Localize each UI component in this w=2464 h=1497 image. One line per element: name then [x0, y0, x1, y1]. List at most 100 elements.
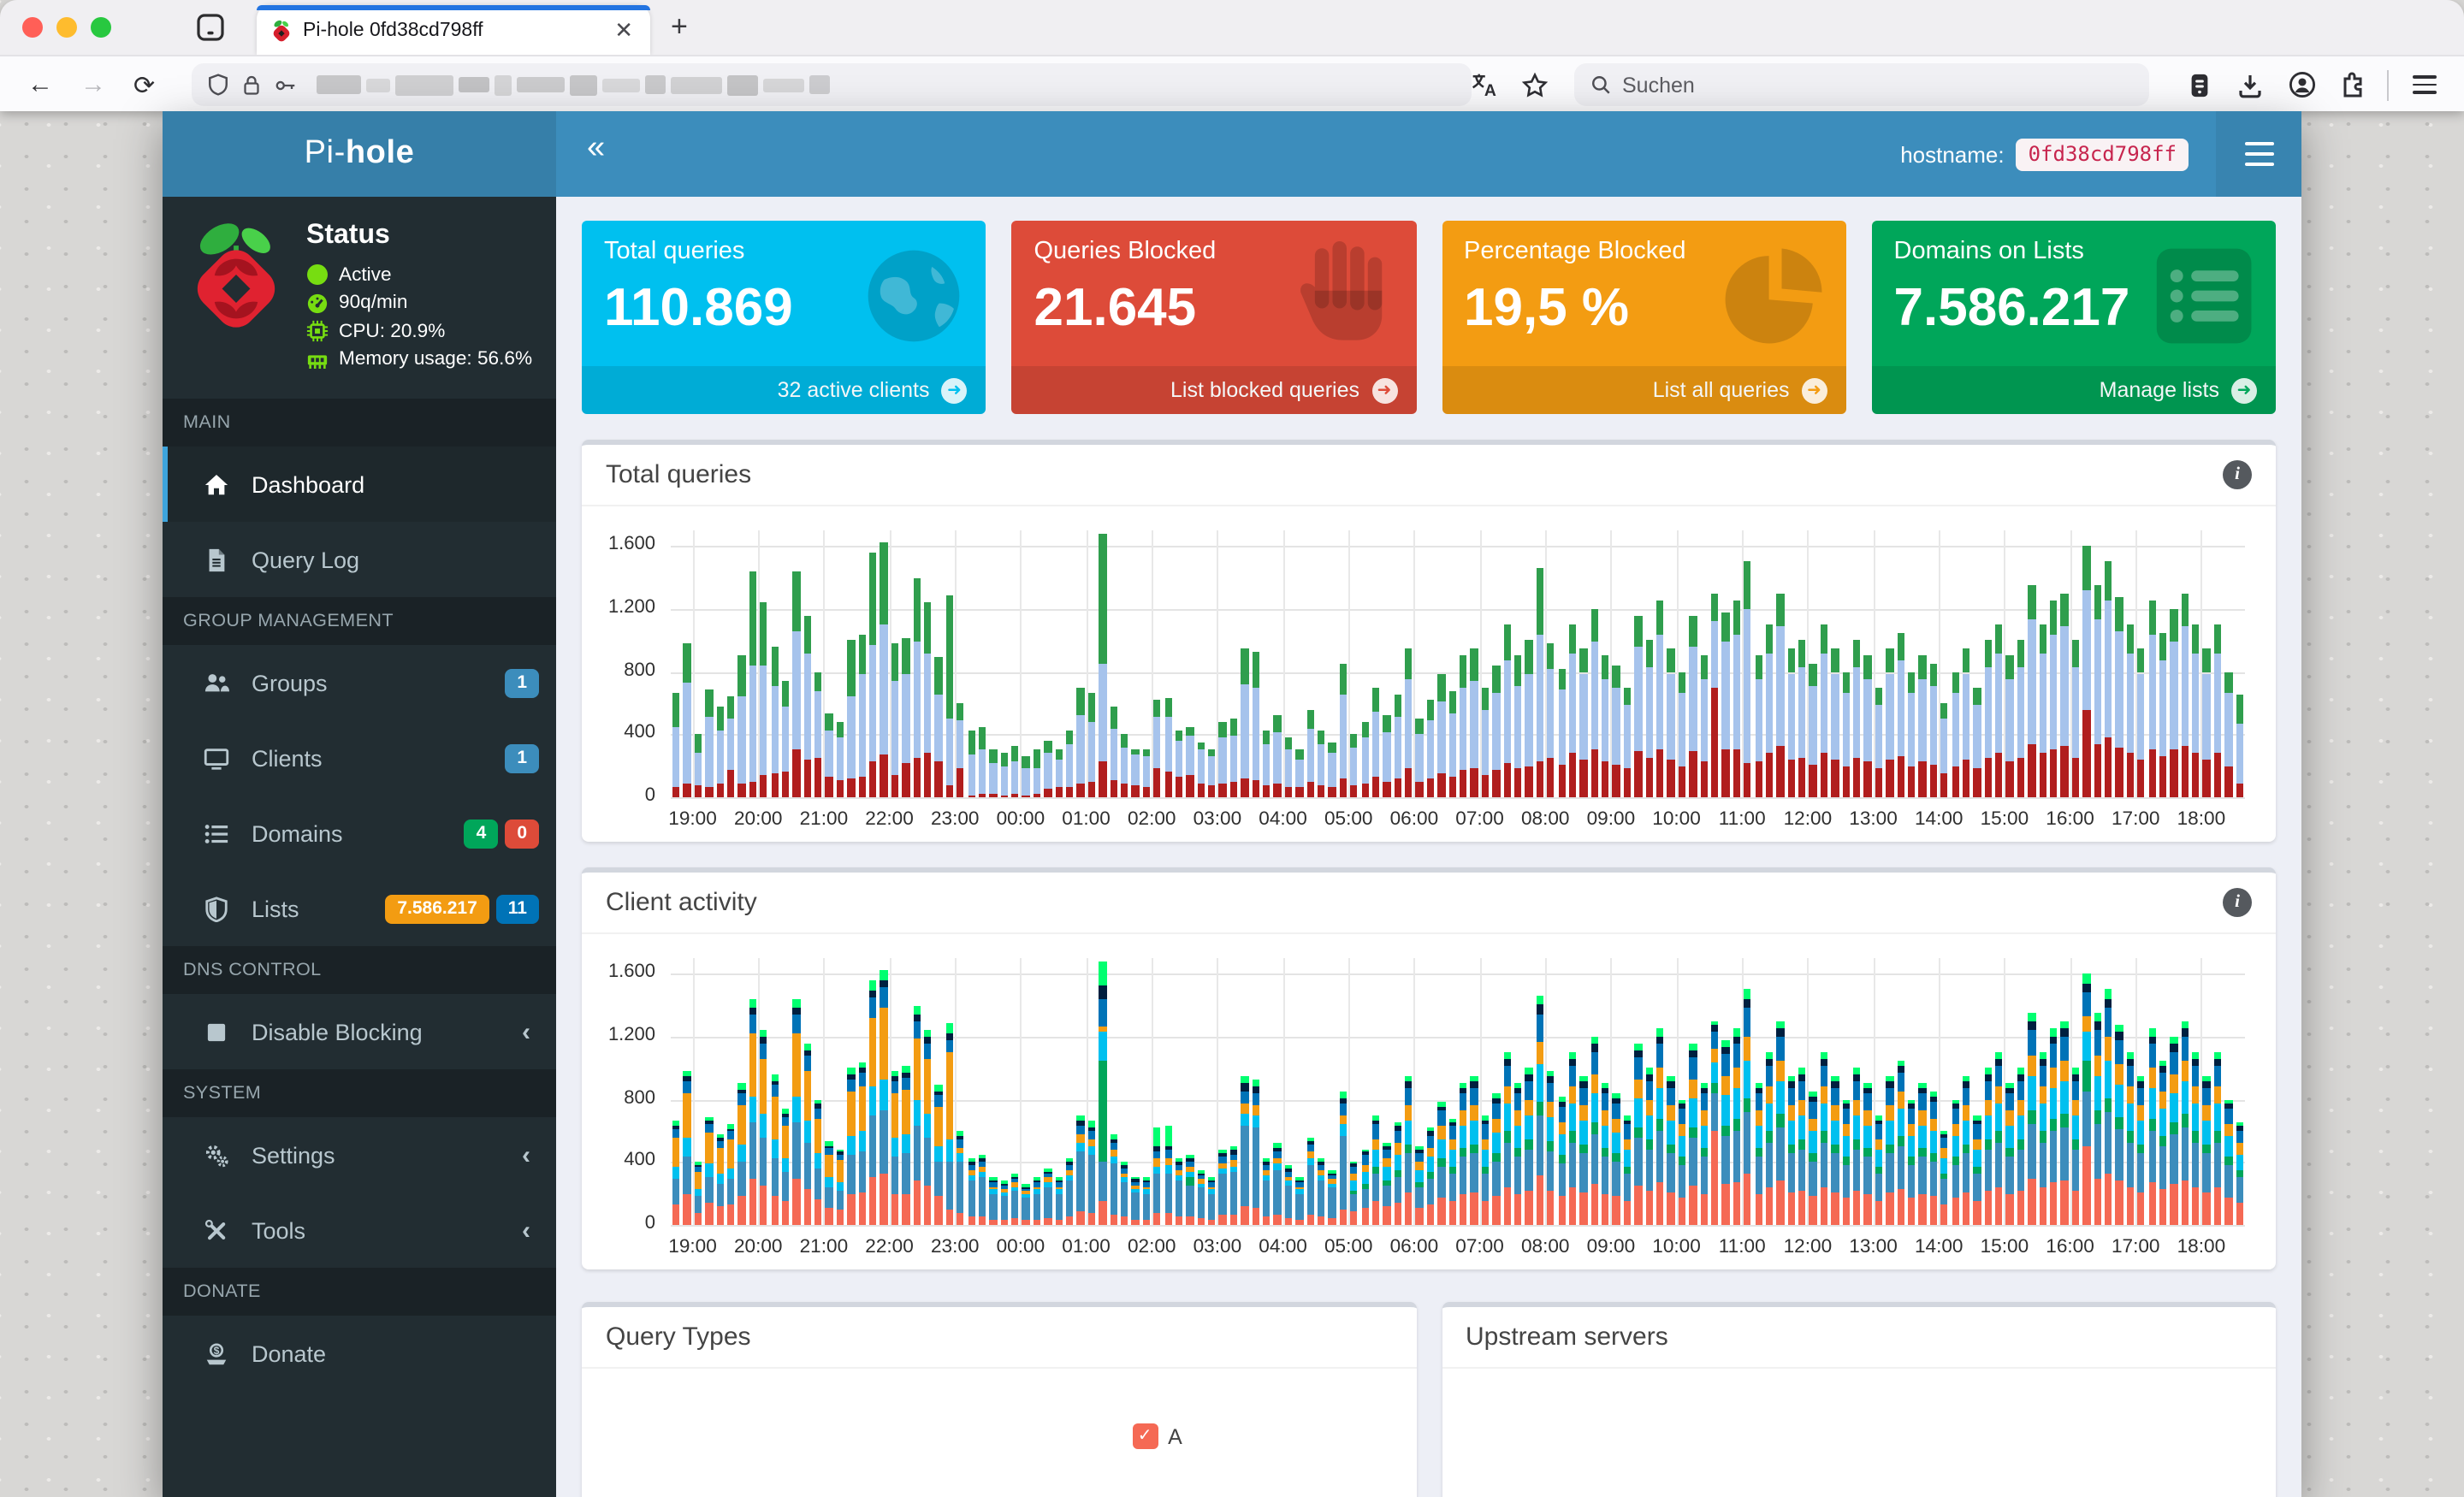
seg — [1568, 1142, 1577, 1187]
card-total-queries[interactable]: Total queries 110.869 32 active clients ➜ — [582, 221, 986, 414]
sidebar-item-groups[interactable]: Groups 1 — [163, 645, 556, 720]
card-footer-link[interactable]: Manage lists ➜ — [1871, 366, 2276, 414]
card-domains-on-lists[interactable]: Domains on Lists 7.586.217 Manage lists ➜ — [1871, 221, 2276, 414]
seg — [1863, 1193, 1872, 1225]
seg — [1973, 1167, 1981, 1174]
card-footer-link[interactable]: 32 active clients ➜ — [582, 366, 986, 414]
seg — [792, 1096, 801, 1123]
seg — [1153, 1151, 1161, 1159]
seg — [803, 759, 812, 797]
browser-menu-icon[interactable] — [2413, 74, 2437, 95]
seg — [2094, 1076, 2101, 1110]
total-queries-chart[interactable]: 0 400 800 1.200 1.600 19:00 20:00 21:00 22:00 23:… — [592, 517, 2259, 842]
seg — [1547, 668, 1555, 759]
seg — [1776, 1180, 1785, 1225]
seg — [1853, 1080, 1861, 1100]
key-icon[interactable] — [274, 74, 298, 95]
seg — [1776, 1028, 1785, 1037]
shield-icon[interactable] — [207, 74, 229, 96]
sidebar-item-settings[interactable]: Settings ‹ — [163, 1117, 556, 1192]
seg — [1033, 749, 1041, 769]
seg — [934, 1196, 943, 1225]
legend-item-a[interactable]: ✓ A — [1132, 1423, 1182, 1449]
reload-button[interactable]: ⟳ — [133, 69, 155, 100]
password-manager-icon[interactable] — [2173, 71, 2224, 98]
firefox-view-icon[interactable] — [195, 12, 226, 43]
seg — [2028, 585, 2036, 620]
seg — [2060, 1021, 2069, 1029]
seg — [1907, 1157, 1916, 1165]
seg — [1164, 698, 1172, 718]
seg — [1426, 1172, 1435, 1179]
seg — [1842, 1099, 1850, 1104]
back-button[interactable]: ← — [27, 70, 53, 99]
sidebar-item-donate[interactable]: $ Donate — [163, 1316, 556, 1391]
extensions-icon[interactable] — [2327, 71, 2378, 98]
browser-tab[interactable]: Pi-hole 0fd38cd798ff ✕ — [257, 5, 650, 55]
seg — [1371, 711, 1380, 778]
sidebar-item-query-log[interactable]: Query Log — [163, 522, 556, 597]
seg — [2148, 635, 2156, 749]
pihole-logo[interactable]: Pi-hole — [163, 111, 556, 197]
seg — [836, 721, 844, 738]
legend-checkbox[interactable]: ✓ — [1132, 1423, 1158, 1449]
seg — [1481, 1124, 1490, 1139]
sidebar-item-tools[interactable]: Tools ‹ — [163, 1192, 556, 1268]
forward-button[interactable]: → — [80, 70, 106, 99]
seg — [1284, 1176, 1293, 1180]
seg — [737, 1104, 746, 1145]
seg — [1995, 1066, 2003, 1087]
seg — [1765, 1086, 1774, 1104]
seg — [737, 1089, 746, 1094]
client-activity-chart[interactable]: 0 400 800 1.200 1.600 19:00 20:00 21:00 22:00 23:… — [592, 944, 2259, 1269]
card-queries-blocked[interactable]: Queries Blocked 21.645 List blocked quer… — [1011, 221, 1416, 414]
panel-title: Upstream servers — [1466, 1322, 1668, 1352]
seg — [1952, 1104, 1959, 1109]
seg — [1470, 681, 1478, 769]
sidebar-item-lists[interactable]: Lists 7.586.217 11 — [163, 871, 556, 946]
seg — [683, 1071, 691, 1077]
seg — [1110, 1157, 1117, 1164]
info-icon[interactable]: i — [2223, 460, 2252, 489]
translate-icon[interactable]: A — [1458, 72, 1509, 98]
seg — [1415, 1149, 1424, 1153]
seg — [2137, 1105, 2145, 1121]
tab-close-icon[interactable]: ✕ — [611, 16, 637, 44]
seg — [1897, 1109, 1904, 1136]
card-percentage-blocked[interactable]: Percentage Blocked 19,5 % List all queri… — [1442, 221, 1846, 414]
close-window-button[interactable] — [22, 17, 43, 38]
new-tab-button[interactable]: + — [671, 10, 688, 44]
zoom-window-button[interactable] — [91, 17, 111, 38]
seg — [836, 1154, 844, 1161]
card-footer-link[interactable]: List all queries ➜ — [1442, 366, 1846, 414]
seg — [1229, 1154, 1238, 1161]
navbar-menu-toggle[interactable] — [2216, 111, 2301, 197]
seg — [1492, 1098, 1501, 1104]
seg — [2137, 1144, 2145, 1154]
seg — [858, 1068, 866, 1073]
bookmark-star-icon[interactable] — [1509, 71, 1561, 98]
seg — [683, 1156, 691, 1195]
sidebar-item-domains[interactable]: Domains 4 0 — [163, 796, 556, 871]
sidebar-item-clients[interactable]: Clients 1 — [163, 720, 556, 796]
info-icon[interactable]: i — [2223, 888, 2252, 917]
window-controls[interactable] — [22, 17, 111, 38]
minimize-window-button[interactable] — [56, 17, 77, 38]
url-bar[interactable] — [192, 63, 1472, 106]
seg — [1897, 632, 1904, 661]
card-footer-link[interactable]: List blocked queries ➜ — [1011, 366, 1416, 414]
seg — [1525, 673, 1533, 766]
home-icon — [204, 471, 229, 497]
seg — [1218, 737, 1227, 784]
seg — [1371, 1149, 1380, 1168]
seg — [1033, 1180, 1041, 1183]
search-input[interactable]: Suchen — [1574, 63, 2149, 106]
downloads-icon[interactable] — [2224, 71, 2276, 98]
sidebar-item-disable-blocking[interactable]: Disable Blocking ‹ — [163, 994, 556, 1069]
seg — [1284, 749, 1293, 787]
seg — [1513, 768, 1522, 797]
sidebar-collapse-button[interactable]: « — [587, 130, 605, 168]
account-icon[interactable] — [2276, 70, 2327, 99]
lock-icon[interactable] — [241, 74, 262, 96]
sidebar-item-dashboard[interactable]: Dashboard — [163, 447, 556, 522]
